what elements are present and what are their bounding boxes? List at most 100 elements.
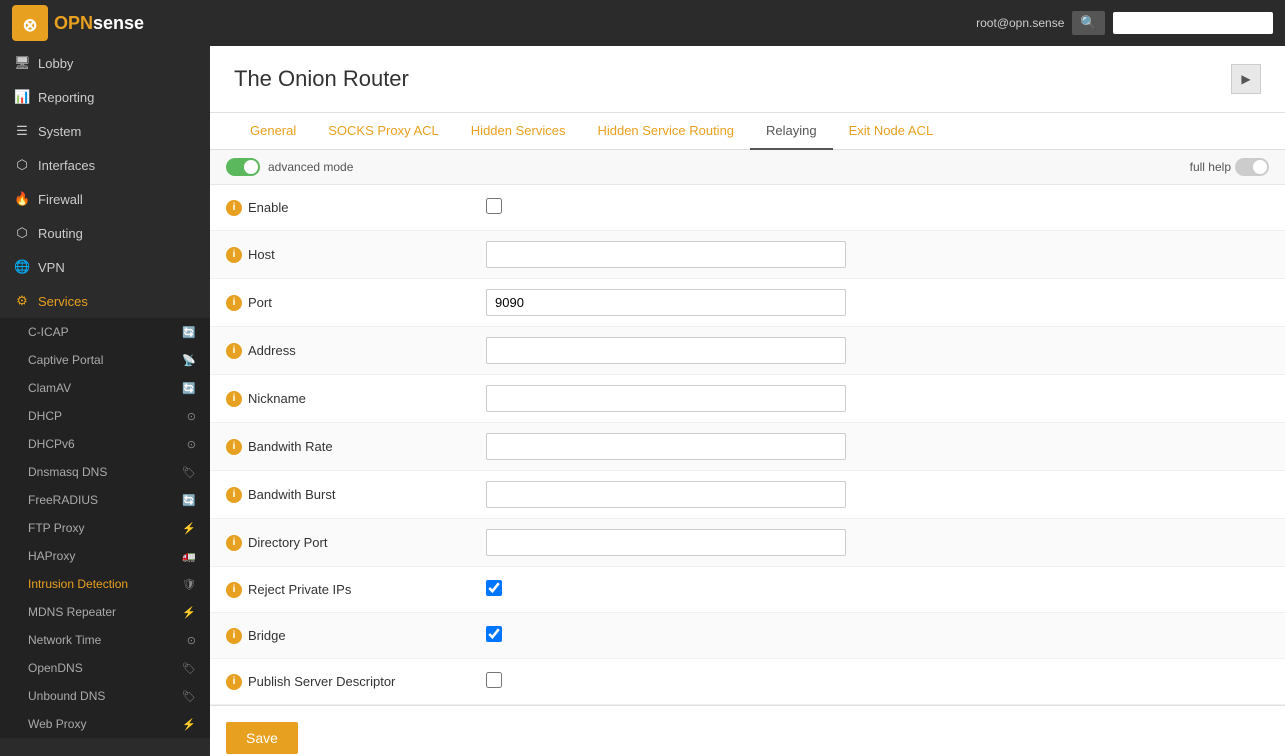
tab-exit-node-acl[interactable]: Exit Node ACL [833,113,950,150]
label-bridge: i Bridge [226,628,486,644]
advanced-mode-label: advanced mode [268,160,353,174]
routing-icon: ⬡ [14,225,30,241]
lobby-icon: 🖥 [14,55,30,71]
brand: ⊗ OPN sense [12,5,144,41]
sidebar-item-ftp-proxy[interactable]: FTP Proxy ⚡ [0,514,210,542]
form-row-enable: i Enable [210,185,1285,231]
sidebar-item-services[interactable]: ⚙ Services [0,284,210,318]
play-button[interactable]: ▶ [1231,64,1261,94]
input-address[interactable] [486,337,846,364]
control-port [486,289,846,316]
control-enable [486,198,846,217]
checkbox-enable[interactable] [486,198,502,214]
control-directory-port [486,529,846,556]
logo-opn: OPN [54,13,93,34]
tab-hidden-service-routing[interactable]: Hidden Service Routing [581,113,750,150]
sidebar-item-haproxy[interactable]: HAProxy 🚛 [0,542,210,570]
captive-portal-label: Captive Portal [28,353,103,367]
sidebar-item-network-time[interactable]: Network Time ⊙ [0,626,210,654]
sidebar-item-intrusion-detection[interactable]: Intrusion Detection 🛡 [0,570,210,598]
label-nickname: i Nickname [226,391,486,407]
tab-socks-proxy-acl[interactable]: SOCKS Proxy ACL [312,113,455,150]
tab-relaying[interactable]: Relaying [750,113,833,150]
user-label: root@opn.sense [976,16,1064,30]
form-row-port: i Port [210,279,1285,327]
haproxy-icon: 🚛 [182,550,196,563]
tab-general[interactable]: General [234,113,312,150]
search-button[interactable]: 🔍 [1072,11,1105,35]
control-bandwith-rate [486,433,846,460]
mdns-repeater-icon: ⚡ [182,606,196,619]
main-content: The Onion Router ▶ General SOCKS Proxy A… [210,46,1285,756]
freeradius-label: FreeRADIUS [28,493,98,507]
checkbox-publish-server-descriptor[interactable] [486,672,502,688]
sidebar-item-unbound-dns[interactable]: Unbound DNS 🏷 [0,682,210,710]
input-directory-port[interactable] [486,529,846,556]
input-port[interactable] [486,289,846,316]
logo-sense: sense [93,13,144,34]
full-help-area: full help [1190,158,1269,176]
sidebar-item-interfaces[interactable]: ⬡ Interfaces [0,148,210,182]
sidebar-item-clamav[interactable]: ClamAV 🔄 [0,374,210,402]
full-help-toggle[interactable] [1235,158,1269,176]
input-bandwith-rate[interactable] [486,433,846,460]
advanced-mode-toggle[interactable] [226,158,260,176]
sidebar-item-dnsmasq-dns[interactable]: Dnsmasq DNS 🏷 [0,458,210,486]
sidebar-item-mdns-repeater[interactable]: MDNS Repeater ⚡ [0,598,210,626]
services-icon: ⚙ [14,293,30,309]
vpn-icon: 🌐 [14,259,30,275]
web-proxy-label: Web Proxy [28,717,86,731]
label-reject-private-ips: i Reject Private IPs [226,582,486,598]
sidebar-item-c-icap[interactable]: C-ICAP 🔄 [0,318,210,346]
sidebar-item-routing[interactable]: ⬡ Routing [0,216,210,250]
dhcp-label: DHCP [28,409,62,423]
form-row-nickname: i Nickname [210,375,1285,423]
c-icap-icon: 🔄 [182,326,196,339]
sidebar-item-vpn[interactable]: 🌐 VPN [0,250,210,284]
sidebar-item-dhcpv6[interactable]: DHCPv6 ⊙ [0,430,210,458]
system-icon: ☰ [14,123,30,139]
label-text-port: Port [248,295,272,310]
input-bandwith-burst[interactable] [486,481,846,508]
sidebar-item-firewall[interactable]: 🔥 Firewall [0,182,210,216]
sidebar-item-system[interactable]: ☰ System [0,114,210,148]
sidebar-item-freeradius[interactable]: FreeRADIUS 🔄 [0,486,210,514]
sidebar-item-dhcp[interactable]: DHCP ⊙ [0,402,210,430]
sidebar-item-lobby[interactable]: 🖥 Lobby [0,46,210,80]
label-text-bridge: Bridge [248,628,286,643]
advanced-bar: advanced mode full help [210,150,1285,185]
logo-icon: ⊗ [12,5,48,41]
checkbox-reject-private-ips[interactable] [486,580,502,596]
ftp-proxy-label: FTP Proxy [28,521,84,535]
dhcp-icon: ⊙ [187,410,196,423]
page-header: The Onion Router ▶ [210,46,1285,113]
opendns-label: OpenDNS [28,661,83,675]
advanced-mode-left: advanced mode [226,158,353,176]
info-icon-enable: i [226,200,242,216]
sidebar-item-opendns[interactable]: OpenDNS 🏷 [0,654,210,682]
dnsmasq-label: Dnsmasq DNS [28,465,107,479]
label-text-reject-private-ips: Reject Private IPs [248,582,351,597]
layout: 🖥 Lobby 📊 Reporting ☰ System ⬡ Interface… [0,46,1285,756]
checkbox-bridge[interactable] [486,626,502,642]
input-nickname[interactable] [486,385,846,412]
sidebar-item-web-proxy[interactable]: Web Proxy ⚡ [0,710,210,738]
info-icon-reject-private-ips: i [226,582,242,598]
search-input[interactable] [1113,12,1273,34]
label-enable: i Enable [226,200,486,216]
captive-portal-icon: 📡 [182,354,196,367]
save-button[interactable]: Save [226,722,298,754]
sidebar-item-captive-portal[interactable]: Captive Portal 📡 [0,346,210,374]
label-publish-server-descriptor: i Publish Server Descriptor [226,674,486,690]
dnsmasq-icon: 🏷 [182,466,196,479]
svg-text:⊗: ⊗ [22,15,37,35]
network-time-label: Network Time [28,633,101,647]
info-icon-port: i [226,295,242,311]
input-host[interactable] [486,241,846,268]
tab-hidden-services[interactable]: Hidden Services [455,113,582,150]
intrusion-detection-icon: 🛡 [182,578,196,591]
sidebar-item-reporting[interactable]: 📊 Reporting [0,80,210,114]
control-bridge [486,626,846,645]
intrusion-detection-label: Intrusion Detection [28,577,128,591]
ftp-proxy-icon: ⚡ [182,522,196,535]
